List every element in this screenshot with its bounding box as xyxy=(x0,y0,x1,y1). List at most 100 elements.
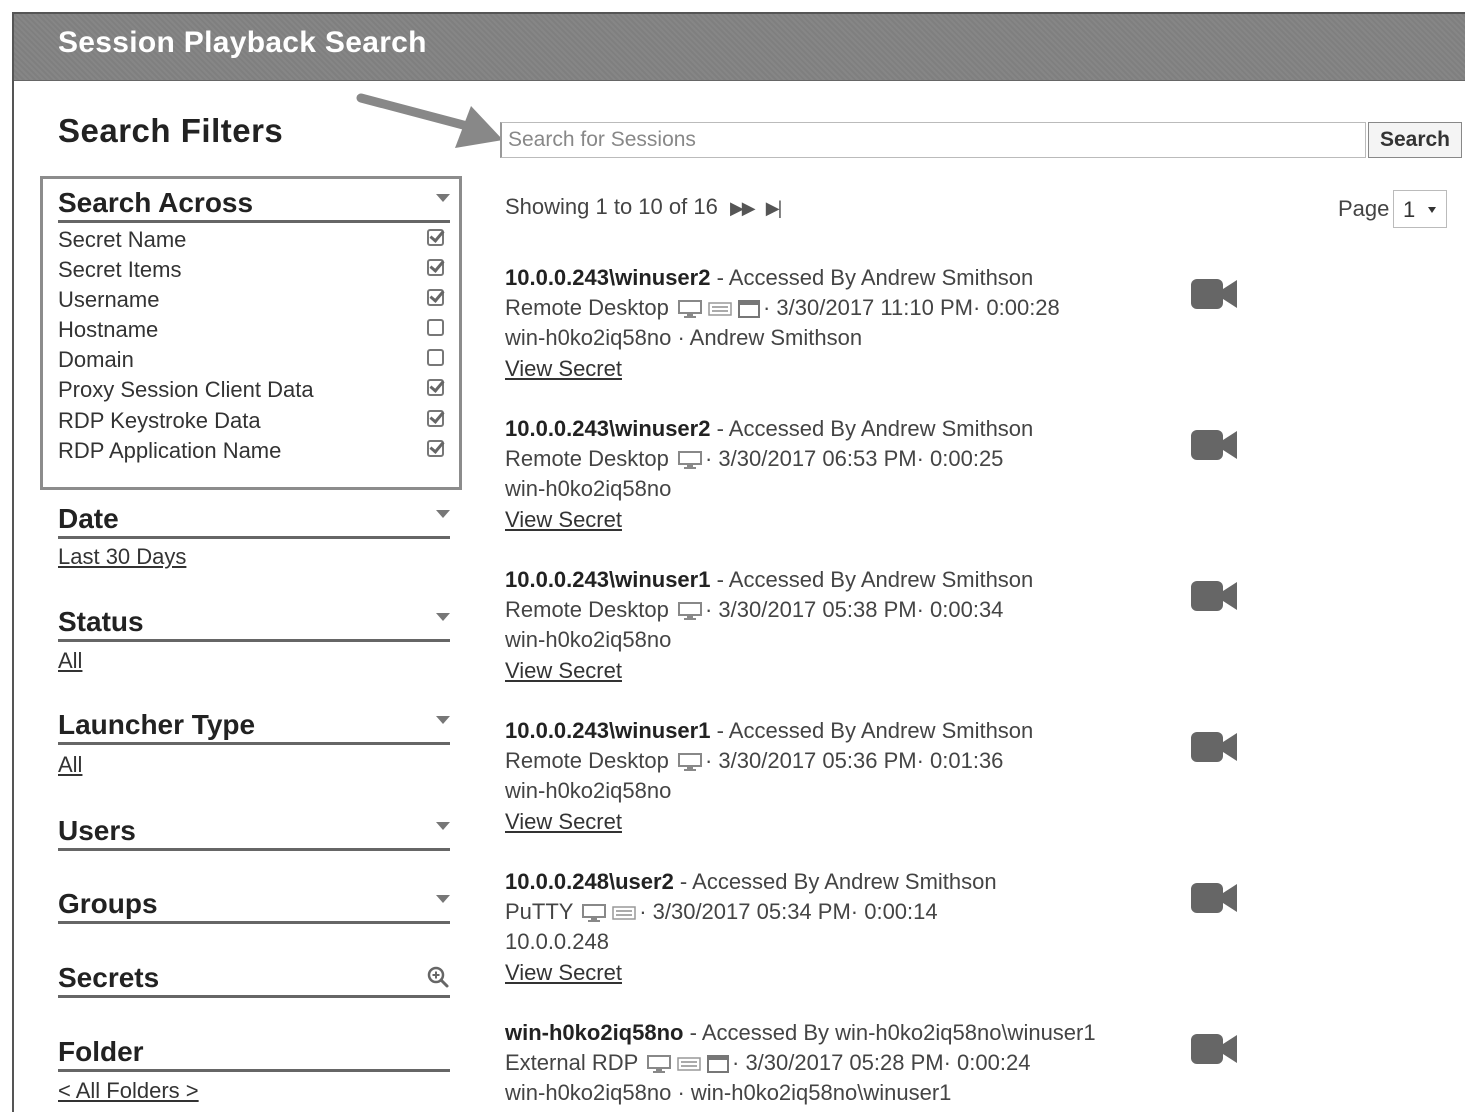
video-camera-icon[interactable] xyxy=(1190,579,1238,613)
date-value-link[interactable]: Last 30 Days xyxy=(58,544,186,570)
filters-title: Search Filters xyxy=(58,112,284,149)
option-label: RDP Application Name xyxy=(58,438,282,463)
search-input[interactable] xyxy=(500,122,1366,158)
session-result: 10.0.0.243\winuser1 - Accessed By Andrew… xyxy=(505,565,1205,686)
checkbox-checked[interactable] xyxy=(427,229,444,246)
date-header[interactable]: Date xyxy=(58,496,450,539)
keyboard-icon xyxy=(677,1057,701,1072)
result-datetime: · 3/30/2017 06:53 PM· 0:00:25 xyxy=(704,446,1004,472)
search-across-option[interactable]: Proxy Session Client Data xyxy=(58,377,448,407)
result-accessed-by: - Accessed By Andrew Smithson xyxy=(710,718,1034,743)
monitor-icon xyxy=(677,451,702,470)
page-title: Session Playback Search xyxy=(58,26,427,59)
result-title-line: 10.0.0.243\winuser1 - Accessed By Andrew… xyxy=(505,716,1205,746)
video-camera-icon[interactable] xyxy=(1190,277,1238,311)
search-across-option[interactable]: Secret Items xyxy=(58,257,448,287)
result-meta-line: Remote Desktop · 3/30/2017 05:38 PM· 0:0… xyxy=(505,595,1205,625)
search-across-option[interactable]: Domain xyxy=(58,347,448,377)
view-secret-link[interactable]: View Secret xyxy=(505,354,1205,384)
launcher-type-header[interactable]: Launcher Type xyxy=(58,702,450,745)
session-result: 10.0.0.243\winuser2 - Accessed By Andrew… xyxy=(505,263,1205,384)
groups-label: Groups xyxy=(58,888,158,919)
checkbox-checked[interactable] xyxy=(427,289,444,306)
checkbox-unchecked[interactable] xyxy=(427,319,444,336)
search-across-option[interactable]: RDP Keystroke Data xyxy=(58,408,448,438)
page-select-value: 1 xyxy=(1403,197,1416,222)
page-label: Page xyxy=(1338,196,1390,221)
next-page-icon[interactable]: ▶▶ xyxy=(730,198,756,218)
result-host: win-h0ko2iq58no xyxy=(505,778,672,804)
result-title: win-h0ko2iq58no xyxy=(505,1020,684,1045)
result-host: win-h0ko2iq58no xyxy=(505,476,672,502)
session-result: 10.0.0.248\user2 - Accessed By Andrew Sm… xyxy=(505,867,1205,988)
result-meta-line: PuTTY · 3/30/2017 05:34 PM· 0:00:14 xyxy=(505,897,1205,927)
results-count: Showing 1 to 10 of 16 ▶▶ ▶| xyxy=(505,194,782,220)
checkbox-unchecked[interactable] xyxy=(427,349,444,366)
video-camera-icon[interactable] xyxy=(1190,730,1238,764)
search-button[interactable]: Search xyxy=(1368,122,1462,158)
result-meta-line: Remote Desktop · 3/30/2017 11:10 PM· 0:0… xyxy=(505,293,1205,323)
folder-value-link[interactable]: < All Folders > xyxy=(58,1078,199,1104)
zoom-in-icon[interactable] xyxy=(426,965,450,989)
result-host: win-h0ko2iq58no · win-h0ko2iq58no\winuse… xyxy=(505,1080,952,1106)
view-secret-link[interactable]: View Secret xyxy=(505,656,1205,686)
users-header[interactable]: Users xyxy=(58,808,450,851)
view-secret-link[interactable]: View Secret xyxy=(505,807,1205,837)
launcher-type-value-link[interactable]: All xyxy=(58,752,82,778)
result-meta-line: External RDP · 3/30/2017 05:28 PM· 0:00:… xyxy=(505,1048,1205,1078)
launcher-type-label: Launcher Type xyxy=(58,709,256,740)
view-secret-link[interactable]: View Secret xyxy=(505,958,1205,988)
caret-down-icon xyxy=(436,613,450,621)
keyboard-icon xyxy=(708,302,732,317)
search-across-option[interactable]: RDP Application Name xyxy=(58,438,448,468)
result-datetime: · 3/30/2017 11:10 PM· 0:00:28 xyxy=(762,295,1060,321)
option-label: Domain xyxy=(58,347,134,372)
secrets-label: Secrets xyxy=(58,962,160,993)
option-label: Username xyxy=(58,287,160,312)
result-launcher: Remote Desktop xyxy=(505,748,669,774)
caret-down-icon xyxy=(436,510,450,518)
status-value-link[interactable]: All xyxy=(58,648,82,674)
status-header[interactable]: Status xyxy=(58,599,450,642)
result-title: 10.0.0.243\winuser2 xyxy=(505,416,711,441)
search-across-header[interactable]: Search Across xyxy=(58,180,450,223)
folder-label: Folder xyxy=(58,1036,144,1067)
arrow-annotation xyxy=(356,93,503,148)
result-launcher: Remote Desktop xyxy=(505,295,669,321)
result-title-line: 10.0.0.248\user2 - Accessed By Andrew Sm… xyxy=(505,867,1205,897)
keyboard-icon xyxy=(612,906,636,921)
result-host: win-h0ko2iq58no xyxy=(505,627,672,653)
result-meta-line: Remote Desktop · 3/30/2017 05:36 PM· 0:0… xyxy=(505,746,1205,776)
checkbox-checked[interactable] xyxy=(427,410,444,427)
folder-header[interactable]: Folder xyxy=(58,1029,450,1072)
secrets-header[interactable]: Secrets xyxy=(58,955,450,998)
search-across-option[interactable]: Username xyxy=(58,287,448,317)
search-across-option[interactable]: Secret Name xyxy=(58,227,448,257)
view-secret-link[interactable]: View Secret xyxy=(505,505,1205,535)
caret-down-icon xyxy=(436,822,450,830)
date-label: Date xyxy=(58,503,119,534)
result-title: 10.0.0.243\winuser2 xyxy=(505,265,711,290)
result-accessed-by: - Accessed By Andrew Smithson xyxy=(710,265,1034,290)
result-title: 10.0.0.243\winuser1 xyxy=(505,567,711,592)
checkbox-checked[interactable] xyxy=(427,440,444,457)
result-meta-line: Remote Desktop · 3/30/2017 06:53 PM· 0:0… xyxy=(505,444,1205,474)
result-datetime: · 3/30/2017 05:34 PM· 0:00:14 xyxy=(639,899,938,925)
option-label: Hostname xyxy=(58,317,159,342)
result-datetime: · 3/30/2017 05:36 PM· 0:01:36 xyxy=(704,748,1004,774)
result-title: 10.0.0.248\user2 xyxy=(505,869,674,894)
checkbox-checked[interactable] xyxy=(427,259,444,276)
result-title: 10.0.0.243\winuser1 xyxy=(505,718,711,743)
checkbox-checked[interactable] xyxy=(427,379,444,396)
groups-header[interactable]: Groups xyxy=(58,881,450,924)
page-select[interactable]: 1 xyxy=(1393,190,1447,228)
video-camera-icon[interactable] xyxy=(1190,881,1238,915)
result-launcher: Remote Desktop xyxy=(505,446,669,472)
video-camera-icon[interactable] xyxy=(1190,1032,1238,1066)
video-camera-icon[interactable] xyxy=(1190,428,1238,462)
option-label: Proxy Session Client Data xyxy=(58,377,314,402)
search-across-option[interactable]: Hostname xyxy=(58,317,448,347)
monitor-icon xyxy=(677,602,702,621)
last-page-icon[interactable]: ▶| xyxy=(766,198,782,218)
session-result: win-h0ko2iq58no - Accessed By win-h0ko2i… xyxy=(505,1018,1205,1109)
